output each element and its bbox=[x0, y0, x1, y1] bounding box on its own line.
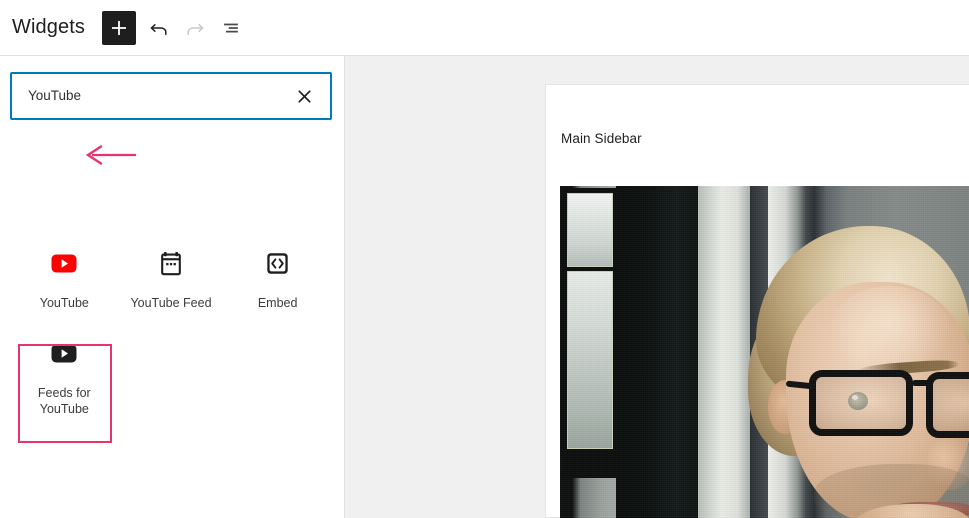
youtube-play-icon bbox=[51, 250, 77, 276]
widget-area-title: Main Sidebar bbox=[561, 131, 642, 146]
block-item-feeds-for-youtube[interactable]: Feeds for YouTube bbox=[11, 318, 118, 426]
block-item-embed[interactable]: Embed bbox=[224, 186, 331, 318]
block-item-label: YouTube bbox=[39, 296, 89, 310]
editor-canvas: Main Sidebar bbox=[345, 56, 969, 518]
photo-grain-overlay bbox=[560, 186, 969, 518]
undo-arrow-icon bbox=[150, 23, 167, 35]
list-view-button[interactable] bbox=[213, 10, 249, 46]
undo-button[interactable] bbox=[141, 10, 177, 46]
add-block-button[interactable] bbox=[101, 10, 136, 45]
widget-area-main-sidebar[interactable]: Main Sidebar bbox=[545, 84, 969, 518]
list-view-icon bbox=[224, 23, 238, 32]
embed-code-icon bbox=[265, 250, 290, 276]
close-icon bbox=[297, 89, 311, 103]
block-item-label: Embed bbox=[257, 296, 298, 310]
widgets-editor-screen: Widgets YouTube YouTube YouTube Feed Emb… bbox=[0, 0, 969, 518]
clear-search-button[interactable] bbox=[286, 78, 322, 114]
page-title: Widgets bbox=[12, 16, 85, 38]
image-block[interactable] bbox=[560, 186, 969, 518]
youtube-play-dark-icon bbox=[51, 340, 77, 366]
block-item-youtube[interactable]: YouTube bbox=[11, 186, 118, 318]
block-item-label: YouTube Feed bbox=[130, 296, 212, 310]
block-search-area bbox=[10, 72, 332, 120]
block-item-youtube-feed[interactable]: YouTube Feed bbox=[118, 186, 225, 318]
editor-header: Widgets bbox=[0, 0, 969, 56]
block-search-box[interactable] bbox=[10, 72, 332, 120]
search-input[interactable] bbox=[12, 74, 286, 118]
block-results-grid: YouTube YouTube Feed Embed Feeds for You… bbox=[11, 186, 331, 426]
redo-arrow-icon bbox=[187, 23, 204, 35]
block-inserter-panel: YouTube YouTube Feed bbox=[0, 56, 345, 518]
redo-button[interactable] bbox=[177, 10, 213, 46]
block-item-label: Feeds for YouTube bbox=[37, 386, 91, 416]
calendar-feed-icon bbox=[159, 250, 183, 276]
plus-icon bbox=[111, 20, 126, 35]
annotation-arrow-left bbox=[85, 145, 136, 165]
